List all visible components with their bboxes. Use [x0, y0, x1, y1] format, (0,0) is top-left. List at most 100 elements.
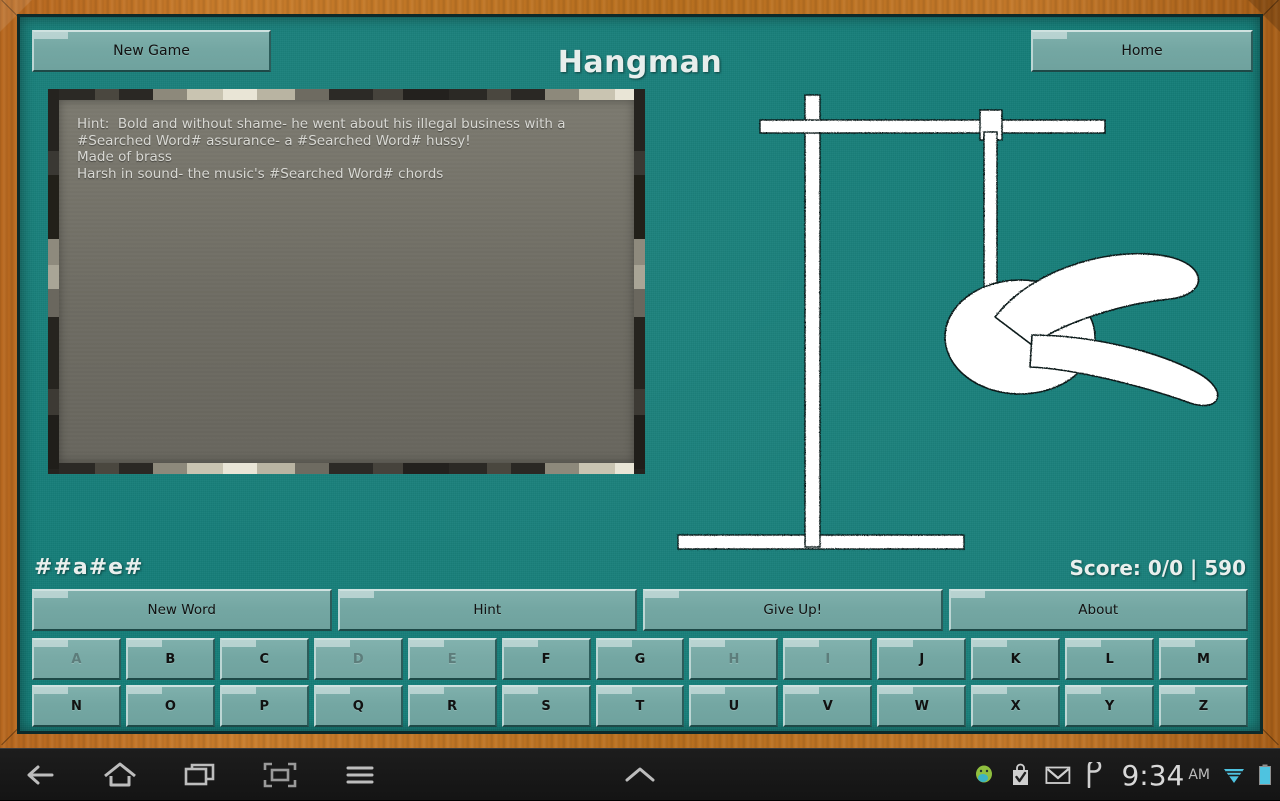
- letter-key-i: I: [783, 638, 873, 680]
- gallows-post: [804, 94, 821, 548]
- letter-key-j[interactable]: J: [877, 638, 967, 680]
- gmail-icon[interactable]: [1045, 765, 1071, 785]
- word-display: ##a#e#: [34, 555, 144, 580]
- letter-key-label: O: [164, 698, 176, 714]
- wifi-icon[interactable]: [1223, 765, 1245, 785]
- clock-time: 9:34: [1121, 758, 1185, 792]
- back-icon[interactable]: [0, 749, 80, 801]
- letter-key-v[interactable]: V: [783, 685, 873, 727]
- letter-key-label: P: [259, 698, 270, 714]
- gallows-drawing: [650, 77, 1250, 567]
- letter-key-k[interactable]: K: [971, 638, 1061, 680]
- letter-key-c[interactable]: C: [219, 638, 309, 680]
- home-label: Home: [1121, 43, 1163, 59]
- action-button-row: New Word Hint Give Up! About: [32, 589, 1248, 631]
- game-board: New Game Hangman Home Hint: Bold and wit…: [17, 14, 1263, 734]
- gallows-rope: [983, 131, 998, 293]
- action-button-new-word[interactable]: New Word: [32, 589, 332, 631]
- letter-key-e: E: [407, 638, 497, 680]
- letter-key-x[interactable]: X: [971, 685, 1061, 727]
- letter-key-n[interactable]: N: [32, 685, 121, 727]
- letter-key-label: E: [447, 651, 457, 667]
- letter-key-label: T: [635, 698, 645, 714]
- letter-key-l[interactable]: L: [1065, 638, 1155, 680]
- letter-key-d: D: [313, 638, 403, 680]
- letter-key-p[interactable]: P: [219, 685, 309, 727]
- letter-key-label: F: [541, 651, 551, 667]
- letter-key-label: L: [1105, 651, 1114, 667]
- gallows-base: [677, 534, 965, 550]
- letter-keyboard: A B C D E F G H I J K L M N O P Q R S T U V W X Y Z: [32, 638, 1248, 731]
- screenshot-icon[interactable]: [240, 749, 320, 801]
- letter-key-q[interactable]: Q: [313, 685, 403, 727]
- hint-text: Hint: Bold and without shame- he went ab…: [77, 116, 566, 182]
- navigation-buttons: [0, 749, 400, 801]
- action-button-about[interactable]: About: [948, 589, 1248, 631]
- action-button-label: New Word: [147, 602, 216, 618]
- top-bar: New Game Hangman Home: [20, 17, 1260, 85]
- letter-key-t[interactable]: T: [595, 685, 685, 727]
- letter-key-label: R: [447, 698, 458, 714]
- letter-key-label: A: [71, 651, 82, 667]
- action-button-hint[interactable]: Hint: [337, 589, 637, 631]
- letter-key-label: V: [822, 698, 833, 714]
- wood-frame: New Game Hangman Home Hint: Bold and wit…: [0, 0, 1280, 748]
- android-icon[interactable]: [972, 763, 996, 787]
- letter-key-label: I: [825, 651, 831, 667]
- action-button-label: About: [1078, 602, 1119, 618]
- letter-key-label: D: [352, 651, 364, 667]
- action-button-label: Give Up!: [763, 602, 823, 618]
- action-button-give-up[interactable]: Give Up!: [643, 589, 943, 631]
- action-button-label: Hint: [473, 602, 502, 618]
- battery-icon[interactable]: [1258, 764, 1272, 786]
- home-icon[interactable]: [80, 749, 160, 801]
- letter-key-y[interactable]: Y: [1065, 685, 1155, 727]
- letter-key-label: J: [919, 651, 925, 667]
- clock-display: 9:34 AM: [1121, 759, 1210, 792]
- letter-key-s[interactable]: S: [501, 685, 591, 727]
- letter-key-label: N: [71, 698, 82, 714]
- letter-key-z[interactable]: Z: [1159, 685, 1248, 727]
- letter-key-u[interactable]: U: [689, 685, 779, 727]
- home-button[interactable]: Home: [1031, 30, 1253, 72]
- menu-icon[interactable]: [320, 749, 400, 801]
- clock-ampm: AM: [1188, 767, 1210, 783]
- letter-key-b[interactable]: B: [125, 638, 215, 680]
- letter-key-f[interactable]: F: [501, 638, 591, 680]
- letter-key-w[interactable]: W: [877, 685, 967, 727]
- letter-key-r[interactable]: R: [407, 685, 497, 727]
- letter-key-label: Y: [1104, 698, 1115, 714]
- letter-key-label: Q: [352, 698, 364, 714]
- letter-key-label: H: [728, 651, 740, 667]
- recents-icon[interactable]: [160, 749, 240, 801]
- letter-key-label: S: [541, 698, 551, 714]
- pocket-icon[interactable]: [1084, 762, 1102, 788]
- hint-panel-edge-bottom: [57, 463, 636, 474]
- letter-key-h: H: [689, 638, 779, 680]
- checkmark-bag-icon[interactable]: [1009, 763, 1032, 787]
- letter-key-a: A: [32, 638, 121, 680]
- letter-key-label: M: [1197, 651, 1210, 667]
- gallows-crossbeam: [759, 119, 1106, 134]
- letter-key-label: B: [165, 651, 176, 667]
- letter-key-o[interactable]: O: [125, 685, 215, 727]
- letter-key-label: W: [914, 698, 929, 714]
- hint-panel-edge-left: [48, 89, 59, 474]
- hangman-arm-upper: [993, 252, 1200, 346]
- letter-key-m[interactable]: M: [1159, 638, 1248, 680]
- letter-key-label: Z: [1198, 698, 1209, 714]
- expand-notifications-icon[interactable]: [600, 749, 680, 801]
- score-display: Score: 0/0 | 590: [1069, 556, 1246, 580]
- letter-key-label: K: [1010, 651, 1021, 667]
- status-tray: 9:34 AM: [972, 749, 1272, 801]
- hint-panel: Hint: Bold and without shame- he went ab…: [48, 89, 645, 474]
- letter-key-label: U: [728, 698, 740, 714]
- android-system-bar: 9:34 AM: [0, 748, 1280, 800]
- hangman-arm-lower: [1029, 334, 1219, 407]
- letter-key-label: G: [634, 651, 646, 667]
- letter-key-label: C: [259, 651, 270, 667]
- hint-panel-edge-top: [57, 89, 636, 100]
- key-row: A B C D E F G H I J K L M: [32, 638, 1248, 680]
- letter-key-g[interactable]: G: [595, 638, 685, 680]
- hint-panel-edge-right: [634, 89, 645, 474]
